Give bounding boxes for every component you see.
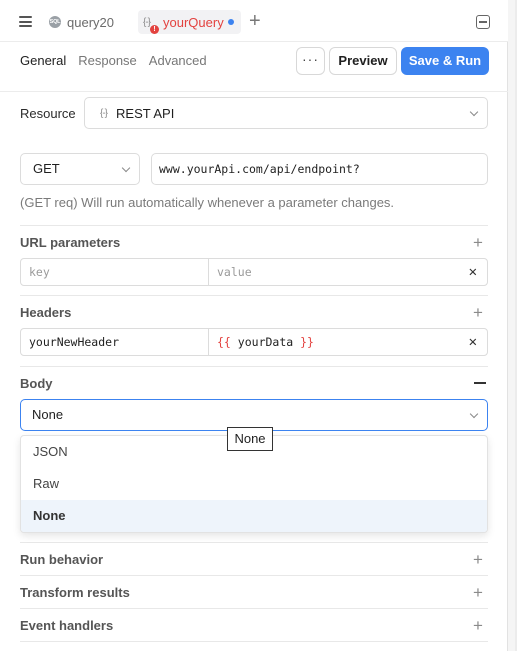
remove-header-icon[interactable]: ✕ bbox=[469, 335, 477, 349]
expand-run-behavior-icon[interactable]: + bbox=[473, 551, 483, 568]
chevron-down-icon bbox=[469, 409, 479, 419]
resource-select[interactable]: {-} REST API bbox=[84, 97, 488, 129]
editor-toolbar: General Response Advanced ··· Preview Sa… bbox=[0, 42, 508, 92]
editor-tabs: General Response Advanced bbox=[20, 53, 219, 68]
chevron-down-icon bbox=[469, 107, 479, 117]
sql-icon: SQL bbox=[49, 16, 61, 28]
template-close-brace: }} bbox=[300, 335, 314, 349]
tab-label: yourQuery bbox=[163, 14, 224, 30]
chevron-down-icon bbox=[121, 163, 131, 173]
body-title: Body bbox=[20, 376, 53, 391]
header-row: yourNewHeader {{ yourData }} ✕ bbox=[20, 328, 488, 356]
expand-transform-results-icon[interactable]: + bbox=[473, 584, 483, 601]
save-and-run-button[interactable]: Save & Run bbox=[401, 47, 489, 75]
error-icon: ! bbox=[150, 24, 159, 34]
event-handlers-title[interactable]: Event handlers bbox=[20, 618, 113, 633]
divider bbox=[20, 295, 488, 296]
option-raw[interactable]: Raw bbox=[21, 468, 487, 500]
query-tab-bar: SQL query20 {-}! yourQuery + bbox=[0, 0, 508, 42]
template-variable: yourData bbox=[237, 335, 294, 349]
divider bbox=[20, 608, 488, 609]
tab-label: query20 bbox=[67, 14, 114, 30]
template-open-brace: {{ bbox=[217, 335, 231, 349]
column-divider bbox=[208, 259, 209, 285]
divider bbox=[20, 575, 488, 576]
expand-event-handlers-icon[interactable]: + bbox=[473, 617, 483, 634]
tab-general[interactable]: General bbox=[20, 53, 66, 68]
param-value-input[interactable]: value bbox=[217, 259, 252, 285]
method-select[interactable]: GET bbox=[20, 153, 140, 185]
tab-response[interactable]: Response bbox=[78, 53, 137, 68]
rest-api-icon: {-} bbox=[100, 107, 108, 119]
url-input[interactable]: www.yourApi.com/api/endpoint? bbox=[151, 153, 488, 185]
option-none[interactable]: None bbox=[21, 500, 487, 532]
divider bbox=[20, 542, 488, 543]
header-value-input[interactable]: {{ yourData }} bbox=[217, 329, 314, 355]
column-divider bbox=[208, 329, 209, 355]
url-parameter-row: key value ✕ bbox=[20, 258, 488, 286]
add-header-icon[interactable]: + bbox=[473, 304, 483, 321]
run-behavior-title[interactable]: Run behavior bbox=[20, 552, 103, 567]
param-key-input[interactable]: key bbox=[29, 259, 50, 285]
method-value: GET bbox=[33, 161, 60, 176]
query-editor-panel: SQL query20 {-}! yourQuery + General Res… bbox=[0, 0, 508, 651]
tab-yourquery[interactable]: {-}! yourQuery bbox=[138, 10, 241, 34]
preview-button[interactable]: Preview bbox=[329, 47, 397, 75]
divider bbox=[20, 225, 488, 226]
add-url-parameter-icon[interactable]: + bbox=[473, 234, 483, 251]
tab-advanced[interactable]: Advanced bbox=[149, 53, 207, 68]
more-options-button[interactable]: ··· bbox=[296, 47, 325, 75]
body-type-value: None bbox=[32, 407, 64, 422]
url-parameters-title: URL parameters bbox=[20, 235, 121, 250]
unsaved-indicator bbox=[228, 19, 234, 25]
transform-results-title[interactable]: Transform results bbox=[20, 585, 130, 600]
tooltip: None bbox=[227, 427, 273, 451]
collapse-body-icon[interactable] bbox=[474, 382, 486, 384]
resource-label: Resource bbox=[20, 106, 76, 121]
header-key-input[interactable]: yourNewHeader bbox=[29, 329, 119, 355]
collapse-panel-icon[interactable] bbox=[476, 15, 490, 29]
hamburger-menu-icon[interactable] bbox=[19, 16, 32, 27]
run-hint-text: (GET req) Will run automatically wheneve… bbox=[20, 195, 395, 210]
rest-api-icon: {-}! bbox=[143, 17, 159, 34]
resource-value: REST API bbox=[116, 105, 175, 121]
divider bbox=[20, 366, 488, 367]
headers-title: Headers bbox=[20, 305, 72, 320]
remove-param-icon[interactable]: ✕ bbox=[469, 265, 477, 279]
divider bbox=[20, 641, 488, 642]
add-tab-icon[interactable]: + bbox=[249, 11, 261, 31]
tab-query20[interactable]: SQL query20 bbox=[49, 11, 114, 33]
